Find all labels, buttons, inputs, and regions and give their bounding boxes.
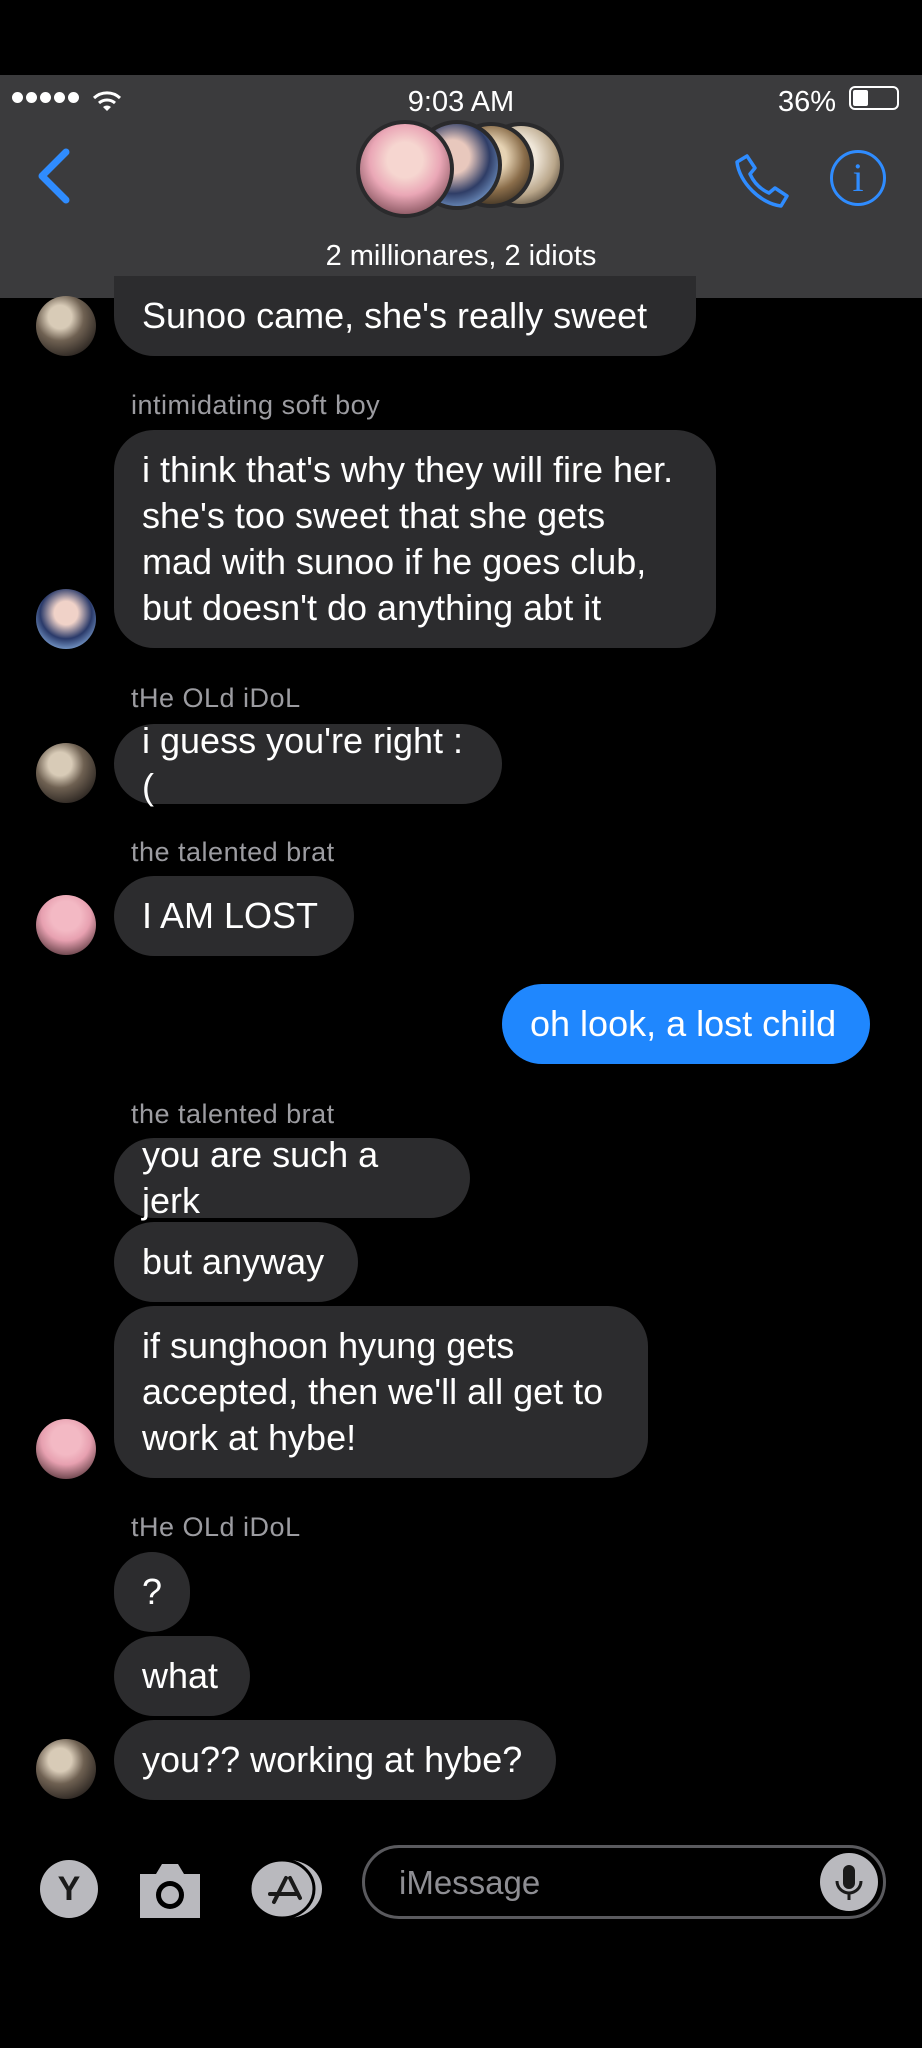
- avatar-old-idol[interactable]: [36, 296, 96, 356]
- message-bubble[interactable]: but anyway: [114, 1222, 358, 1302]
- message-bubble[interactable]: ?: [114, 1552, 190, 1632]
- message-bubble[interactable]: if sunghoon hyung gets accepted, then we…: [114, 1306, 648, 1478]
- message-bubble[interactable]: what: [114, 1636, 250, 1716]
- avatar-intimidating-soft-boy[interactable]: [36, 589, 96, 649]
- message-bubble[interactable]: I AM LOST: [114, 876, 354, 956]
- message-bubble[interactable]: you are such a jerk: [114, 1134, 470, 1221]
- message-bubble[interactable]: i guess you're right :(: [114, 720, 502, 807]
- group-name: 2 millionares, 2 idiots: [325, 240, 597, 272]
- app-store-icon[interactable]: [248, 1858, 328, 1920]
- input-placeholder: iMessage: [399, 1864, 541, 1901]
- sent-message-bubble[interactable]: oh look, a lost child: [502, 984, 870, 1064]
- microphone-icon[interactable]: [820, 1853, 878, 1911]
- back-chevron-icon[interactable]: [34, 146, 74, 206]
- sender-name: intimidating soft boy: [131, 390, 381, 420]
- group-avatar-1[interactable]: [356, 120, 454, 218]
- info-icon[interactable]: i: [830, 150, 886, 206]
- sender-name: tHe OLd iDoL: [131, 683, 301, 713]
- sender-name: the talented brat: [131, 837, 335, 867]
- battery-icon: [849, 86, 899, 110]
- avatar-talented-brat[interactable]: [36, 1419, 96, 1479]
- message-bubble[interactable]: i think that's why they will fire her. s…: [114, 430, 716, 648]
- sender-name: tHe OLd iDoL: [131, 1512, 301, 1542]
- avatar-old-idol[interactable]: [36, 1739, 96, 1799]
- message-bubble[interactable]: you?? working at hybe?: [114, 1720, 556, 1800]
- imessage-input[interactable]: iMessage: [362, 1845, 886, 1919]
- avatar-talented-brat[interactable]: [36, 895, 96, 955]
- sender-name: the talented brat: [131, 1099, 335, 1129]
- message-bubble[interactable]: Sunoo came, she's really sweet: [114, 276, 696, 356]
- battery-percentage: 36%: [778, 86, 837, 118]
- app-drawer-y-icon[interactable]: Y: [40, 1860, 98, 1918]
- phone-icon[interactable]: [733, 150, 793, 210]
- camera-icon[interactable]: [136, 1860, 204, 1920]
- avatar-old-idol[interactable]: [36, 743, 96, 803]
